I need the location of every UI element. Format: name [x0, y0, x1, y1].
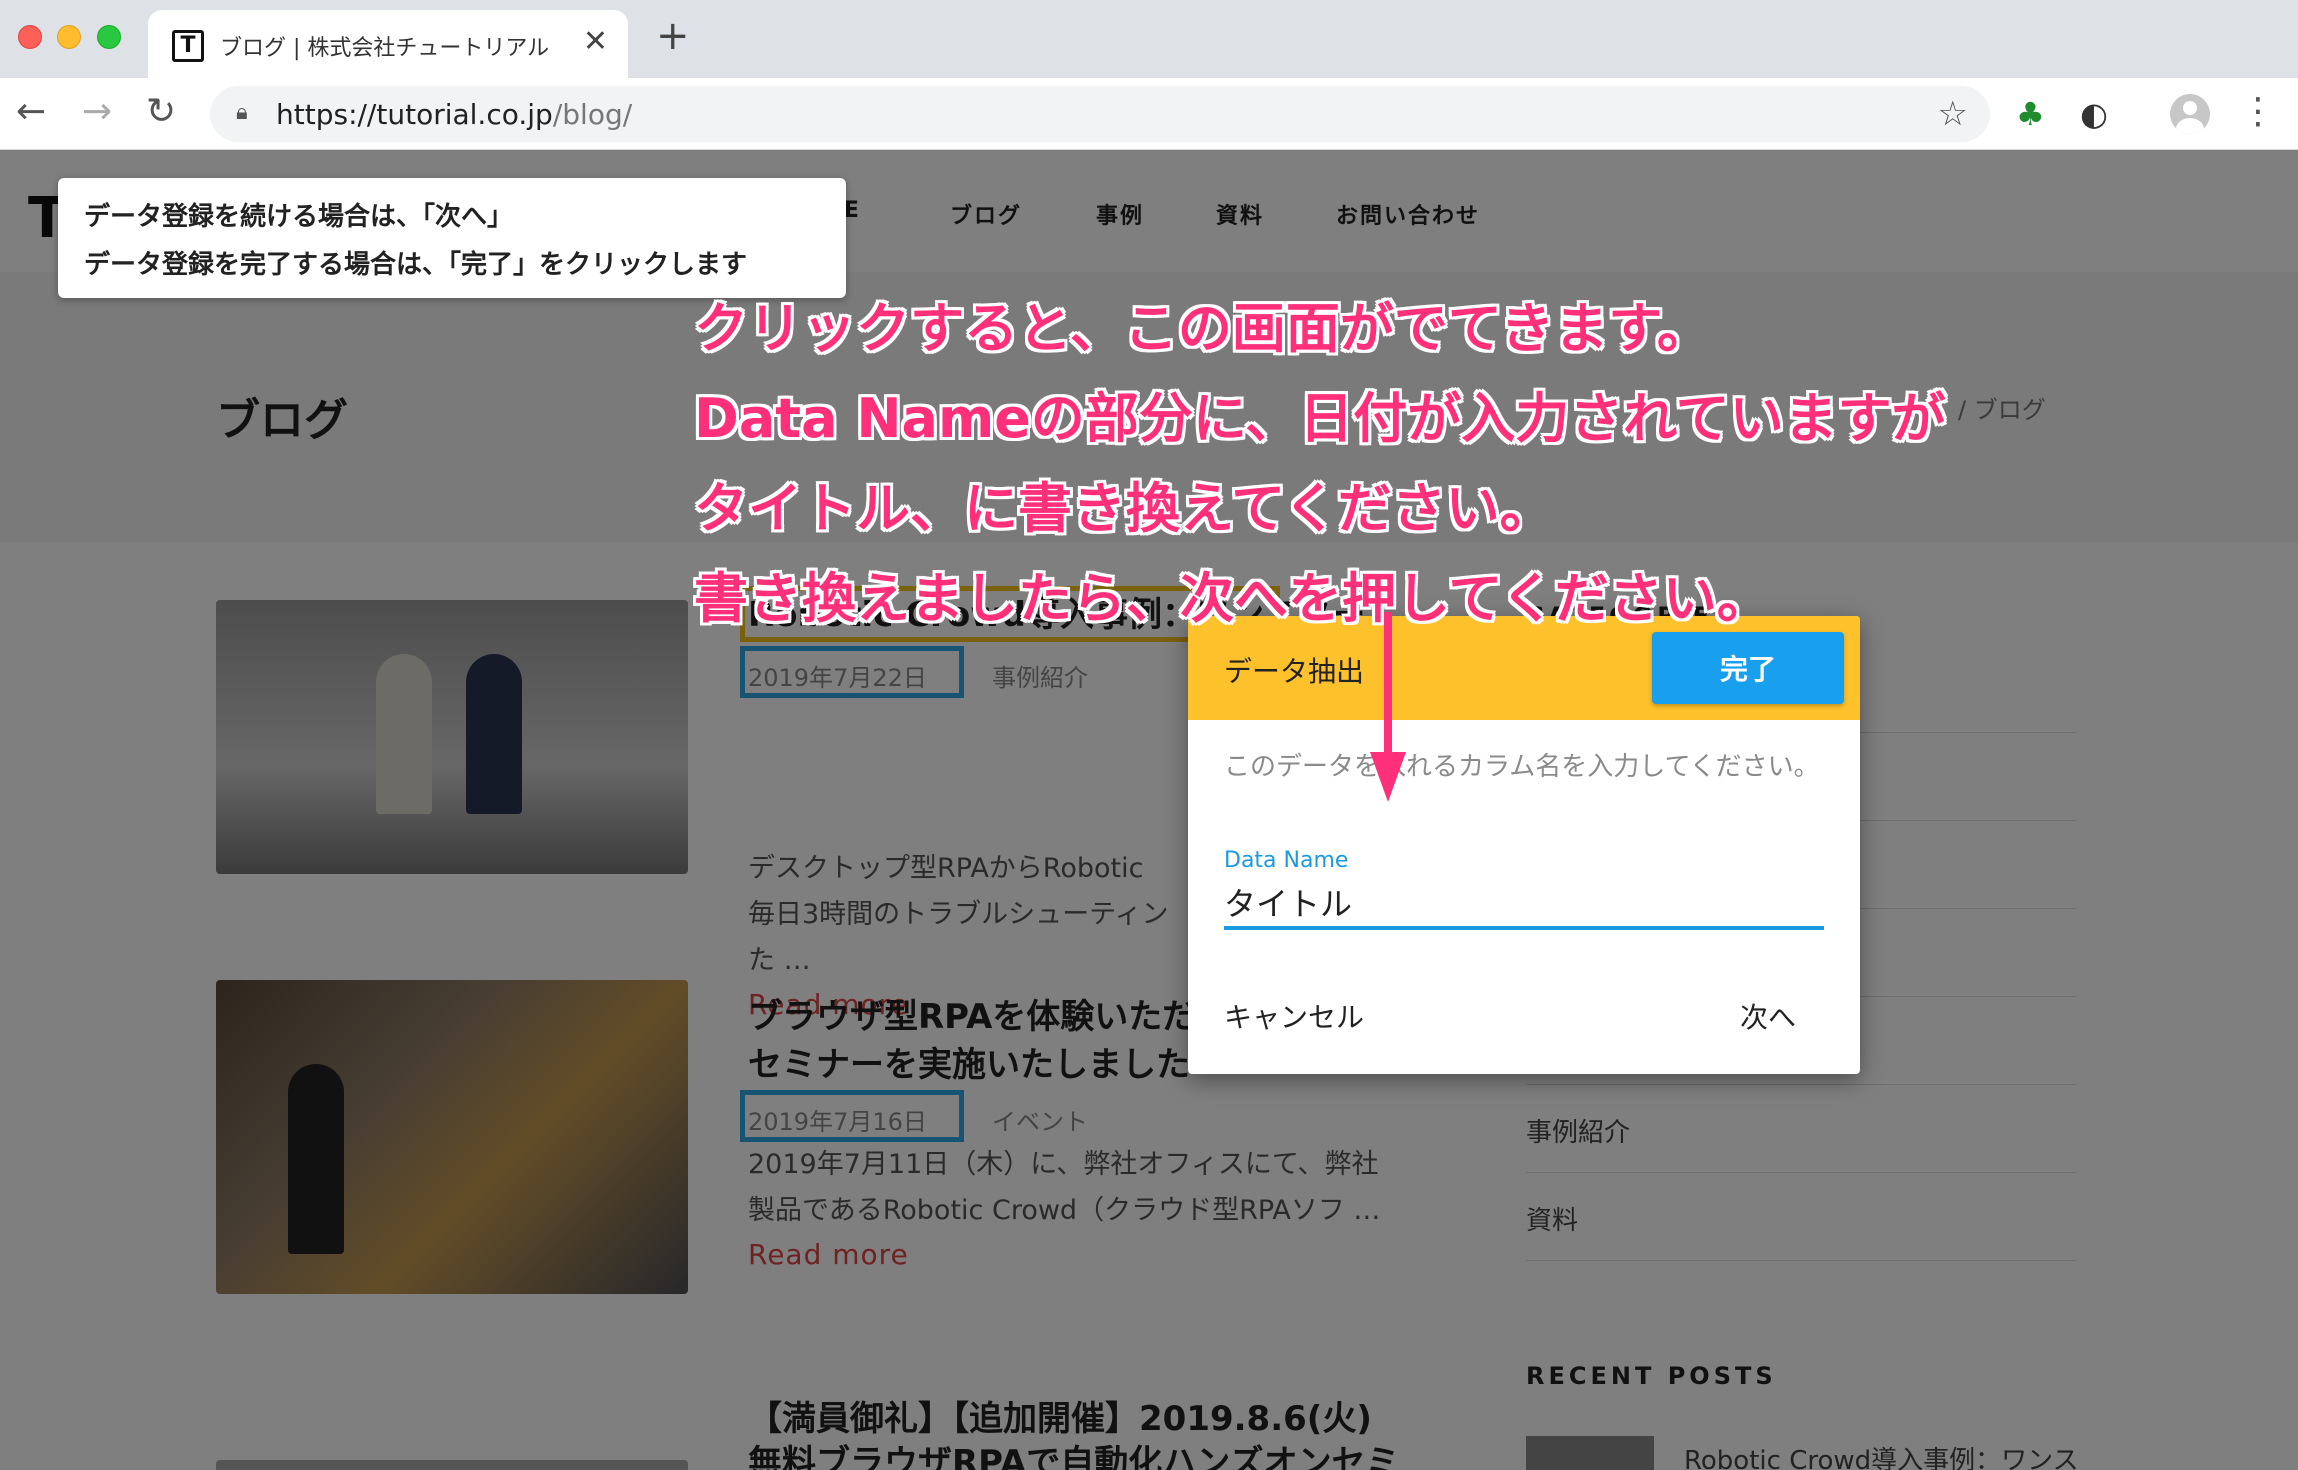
- instruction-tooltip: データ登録を続ける場合は、「次へ」 データ登録を完了する場合は、「完了」をクリッ…: [58, 178, 846, 298]
- dialog-title: データ抽出: [1224, 655, 1365, 688]
- window-close-button[interactable]: [18, 25, 42, 49]
- data-name-label: Data Name: [1224, 848, 1349, 873]
- data-extract-dialog: データ抽出 完了 このデータを入れるカラム名を入力してください。 Data Na…: [1188, 616, 1860, 1074]
- url-text[interactable]: https://tutorial.co.jp/blog/: [276, 98, 632, 131]
- tree-extension-icon[interactable]: ♣: [2016, 96, 2045, 132]
- url-path: /blog/: [552, 98, 633, 131]
- window-minimize-button[interactable]: [57, 25, 81, 49]
- annotation-line-3: タイトル、に書き換えてください。: [694, 477, 1554, 540]
- reload-icon[interactable]: ↻: [146, 88, 176, 136]
- annotation-arrow-icon: [1370, 612, 1406, 802]
- browser-tab[interactable]: T ブログ | 株式会社チュートリアル ✕: [148, 10, 628, 78]
- annotation-line-2: Data Nameの部分に、日付が入力されていますが: [694, 387, 1946, 450]
- tooltip-line-1: データ登録を続ける場合は、「次へ」: [84, 202, 514, 232]
- browser-tab-bar: T ブログ | 株式会社チュートリアル ✕ +: [0, 0, 2298, 78]
- next-button[interactable]: 次へ: [1708, 986, 1828, 1046]
- cancel-button[interactable]: キャンセル: [1224, 986, 1424, 1046]
- avatar-body: [2176, 118, 2204, 134]
- annotation-line-1: クリックすると、この画面がでてきます。: [694, 297, 1711, 360]
- bookmark-star-icon[interactable]: ☆: [1938, 94, 1968, 134]
- site-favicon-icon: T: [172, 30, 204, 62]
- back-arrow-icon[interactable]: ←: [16, 88, 46, 136]
- done-button[interactable]: 完了: [1652, 632, 1844, 704]
- tab-title: ブログ | 株式会社チュートリアル: [220, 36, 550, 61]
- data-name-input[interactable]: [1224, 878, 1824, 930]
- browser-menu-icon[interactable]: ⋮: [2240, 88, 2276, 136]
- annotation-line-4: 書き換えましたら、次へを押してください。: [694, 567, 1771, 630]
- window-zoom-button[interactable]: [97, 25, 121, 49]
- moon-extension-icon[interactable]: ◐: [2080, 96, 2108, 132]
- tab-close-icon[interactable]: ✕: [583, 24, 608, 59]
- profile-avatar-icon[interactable]: [2170, 94, 2210, 134]
- browser-toolbar: ← → ↻ 🔒︎ https://tutorial.co.jp/blog/ ☆ …: [0, 78, 2298, 150]
- avatar-head: [2183, 101, 2197, 115]
- dialog-description: このデータを入れるカラム名を入力してください。: [1224, 752, 1820, 782]
- lock-icon: 🔒︎: [236, 100, 248, 125]
- new-tab-plus-icon[interactable]: +: [656, 16, 690, 56]
- forward-arrow-icon[interactable]: →: [82, 88, 112, 136]
- tooltip-line-2: データ登録を完了する場合は、「完了」をクリックします: [84, 250, 748, 280]
- address-bar[interactable]: 🔒︎ https://tutorial.co.jp/blog/ ☆: [210, 86, 1990, 142]
- url-host: https://tutorial.co.jp: [276, 98, 553, 131]
